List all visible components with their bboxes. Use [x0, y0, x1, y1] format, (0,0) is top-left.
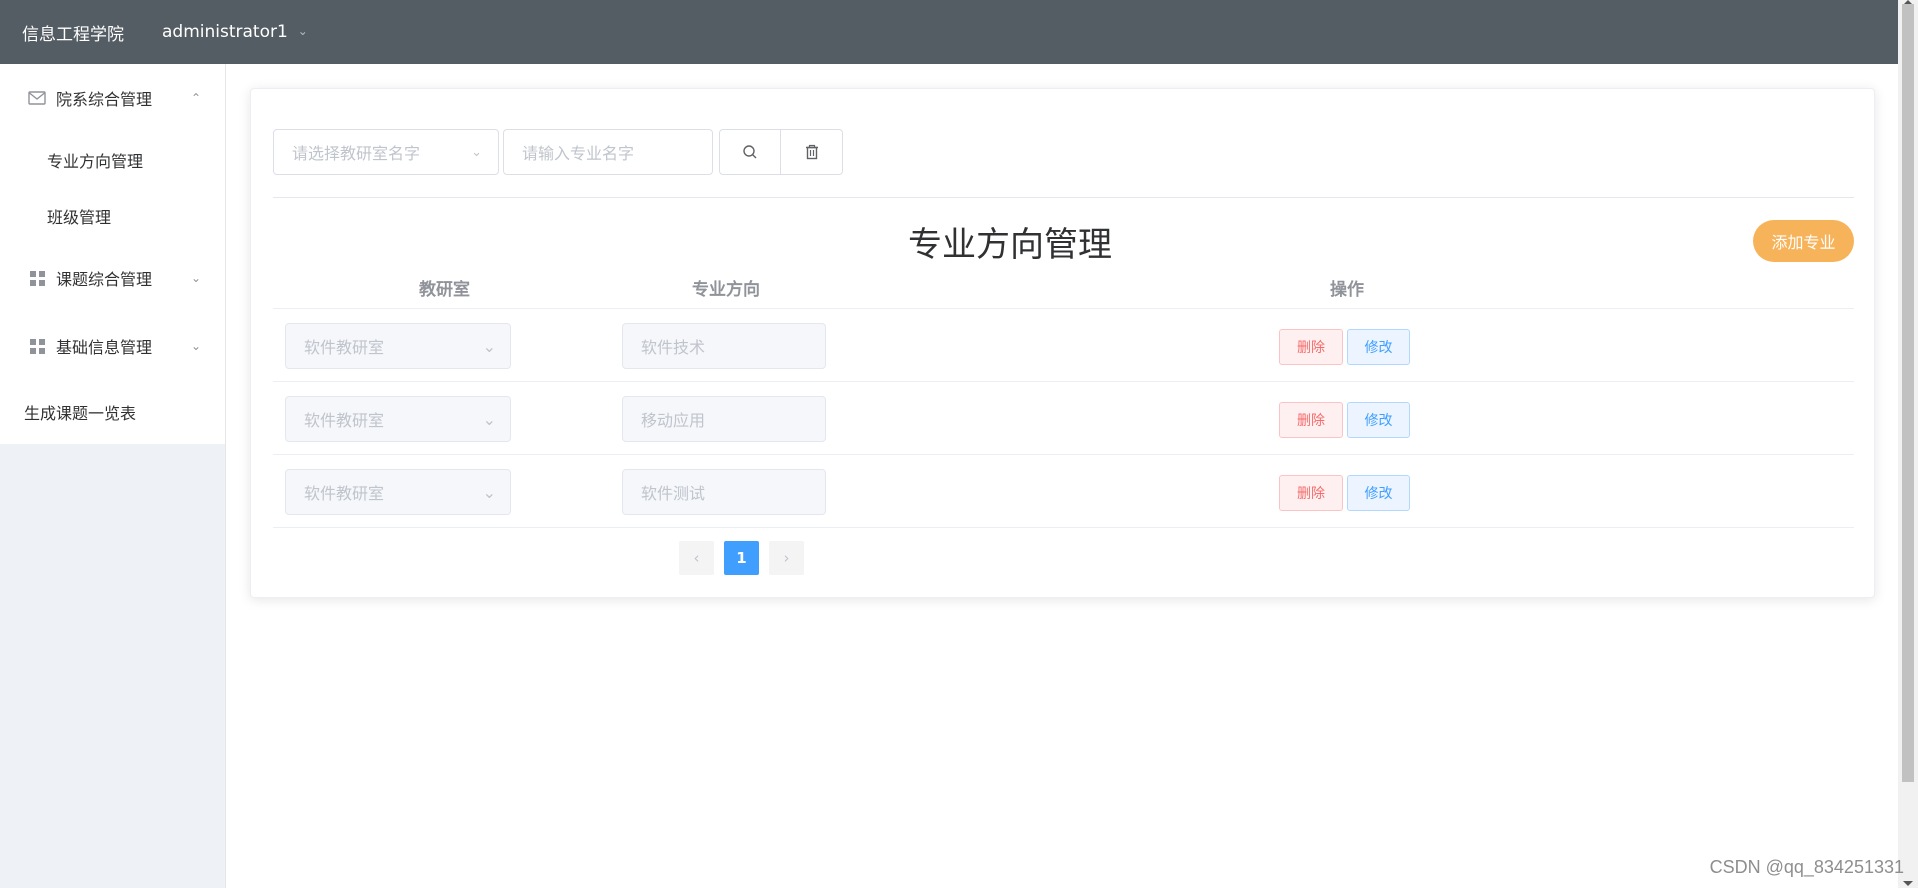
room-select[interactable]: 请选择教研室名字 ⌄ [273, 129, 499, 175]
clear-button[interactable] [781, 129, 843, 175]
table-header: 教研室 专业方向 操作 [273, 257, 1854, 309]
chevron-down-icon: ⌄ [190, 339, 201, 353]
search-button[interactable] [719, 129, 781, 175]
page-number[interactable]: 1 [724, 541, 759, 575]
row-room-select: 软件教研室 ⌄ [285, 396, 511, 442]
edit-button[interactable]: 修改 [1347, 475, 1410, 511]
scroll-down-icon[interactable] [1903, 881, 1913, 886]
edit-button[interactable]: 修改 [1347, 329, 1410, 365]
menu-label: 院系综合管理 [56, 90, 153, 109]
divider [273, 197, 1854, 198]
row-major-input: 移动应用 [622, 396, 826, 442]
chevron-down-icon: ⌄ [482, 482, 496, 502]
sidebar: 院系综合管理 ⌃ 专业方向管理 班级管理 课题综合管理 ⌄ 基础信息管理 ⌄ 生… [0, 64, 226, 444]
next-page-button[interactable]: › [769, 541, 804, 575]
chevron-up-icon: ⌃ [190, 91, 201, 105]
top-header: 信息工程学院 administrator1 ⌄ [0, 0, 1898, 64]
column-header-actions: 操作 [1330, 280, 1364, 300]
search-button-group [719, 129, 843, 175]
row-room-select: 软件教研室 ⌄ [285, 323, 511, 369]
delete-button[interactable]: 删除 [1279, 329, 1343, 365]
user-name: administrator1 [162, 22, 288, 42]
chevron-down-icon: ⌄ [482, 409, 496, 429]
search-icon [743, 145, 757, 159]
chevron-down-icon: ⌄ [190, 271, 201, 285]
menu-dept-management[interactable]: 院系综合管理 ⌃ [0, 64, 225, 132]
chevron-down-icon: ⌄ [297, 24, 308, 38]
chevron-down-icon: ⌄ [482, 336, 496, 356]
table-row: 软件教研室 ⌄ 软件测试 删除 修改 [273, 455, 1854, 528]
content-card: 请选择教研室名字 ⌄ 请输入专业名字 专业方向管理 添加专业 教研室 专业方向 … [250, 88, 1875, 598]
mail-icon [28, 90, 46, 106]
vertical-scrollbar[interactable] [1898, 0, 1918, 888]
row-room-select: 软件教研室 ⌄ [285, 469, 511, 515]
scrollbar-thumb[interactable] [1902, 4, 1914, 782]
menu-item-class-management[interactable]: 班级管理 [0, 188, 225, 244]
menu-item-generate-topic-list[interactable]: 生成课题一览表 [0, 380, 225, 444]
row-major-input: 软件测试 [622, 469, 826, 515]
menu-topic-management[interactable]: 课题综合管理 ⌄ [0, 244, 225, 312]
add-major-button[interactable]: 添加专业 [1753, 220, 1854, 262]
menu-label: 课题综合管理 [56, 270, 153, 289]
edit-button[interactable]: 修改 [1347, 402, 1410, 438]
table-row: 软件教研室 ⌄ 移动应用 删除 修改 [273, 382, 1854, 455]
brand-title: 信息工程学院 [22, 24, 124, 45]
grid-icon [28, 270, 46, 286]
chevron-down-icon: ⌄ [471, 144, 482, 160]
column-header-room: 教研室 [419, 280, 470, 300]
row-room-value: 软件教研室 [304, 411, 385, 430]
trash-icon [805, 144, 818, 160]
row-room-value: 软件教研室 [304, 484, 385, 503]
grid-icon [28, 338, 46, 354]
delete-button[interactable]: 删除 [1279, 475, 1343, 511]
watermark: CSDN @qq_834251331 [1709, 857, 1904, 877]
prev-page-button[interactable]: ‹ [679, 541, 714, 575]
row-room-value: 软件教研室 [304, 338, 385, 357]
column-header-major: 专业方向 [692, 280, 760, 300]
major-search-input[interactable]: 请输入专业名字 [503, 129, 713, 175]
pagination: ‹ 1 › [679, 541, 804, 575]
menu-item-major-direction[interactable]: 专业方向管理 [0, 132, 225, 188]
delete-button[interactable]: 删除 [1279, 402, 1343, 438]
user-dropdown[interactable]: administrator1 ⌄ [162, 22, 308, 42]
room-select-placeholder: 请选择教研室名字 [292, 144, 421, 163]
search-bar: 请选择教研室名字 ⌄ 请输入专业名字 [273, 129, 843, 175]
table-row: 软件教研室 ⌄ 软件技术 删除 修改 [273, 309, 1854, 382]
row-major-input: 软件技术 [622, 323, 826, 369]
menu-label: 基础信息管理 [56, 338, 153, 357]
menu-basic-info-management[interactable]: 基础信息管理 ⌄ [0, 312, 225, 380]
